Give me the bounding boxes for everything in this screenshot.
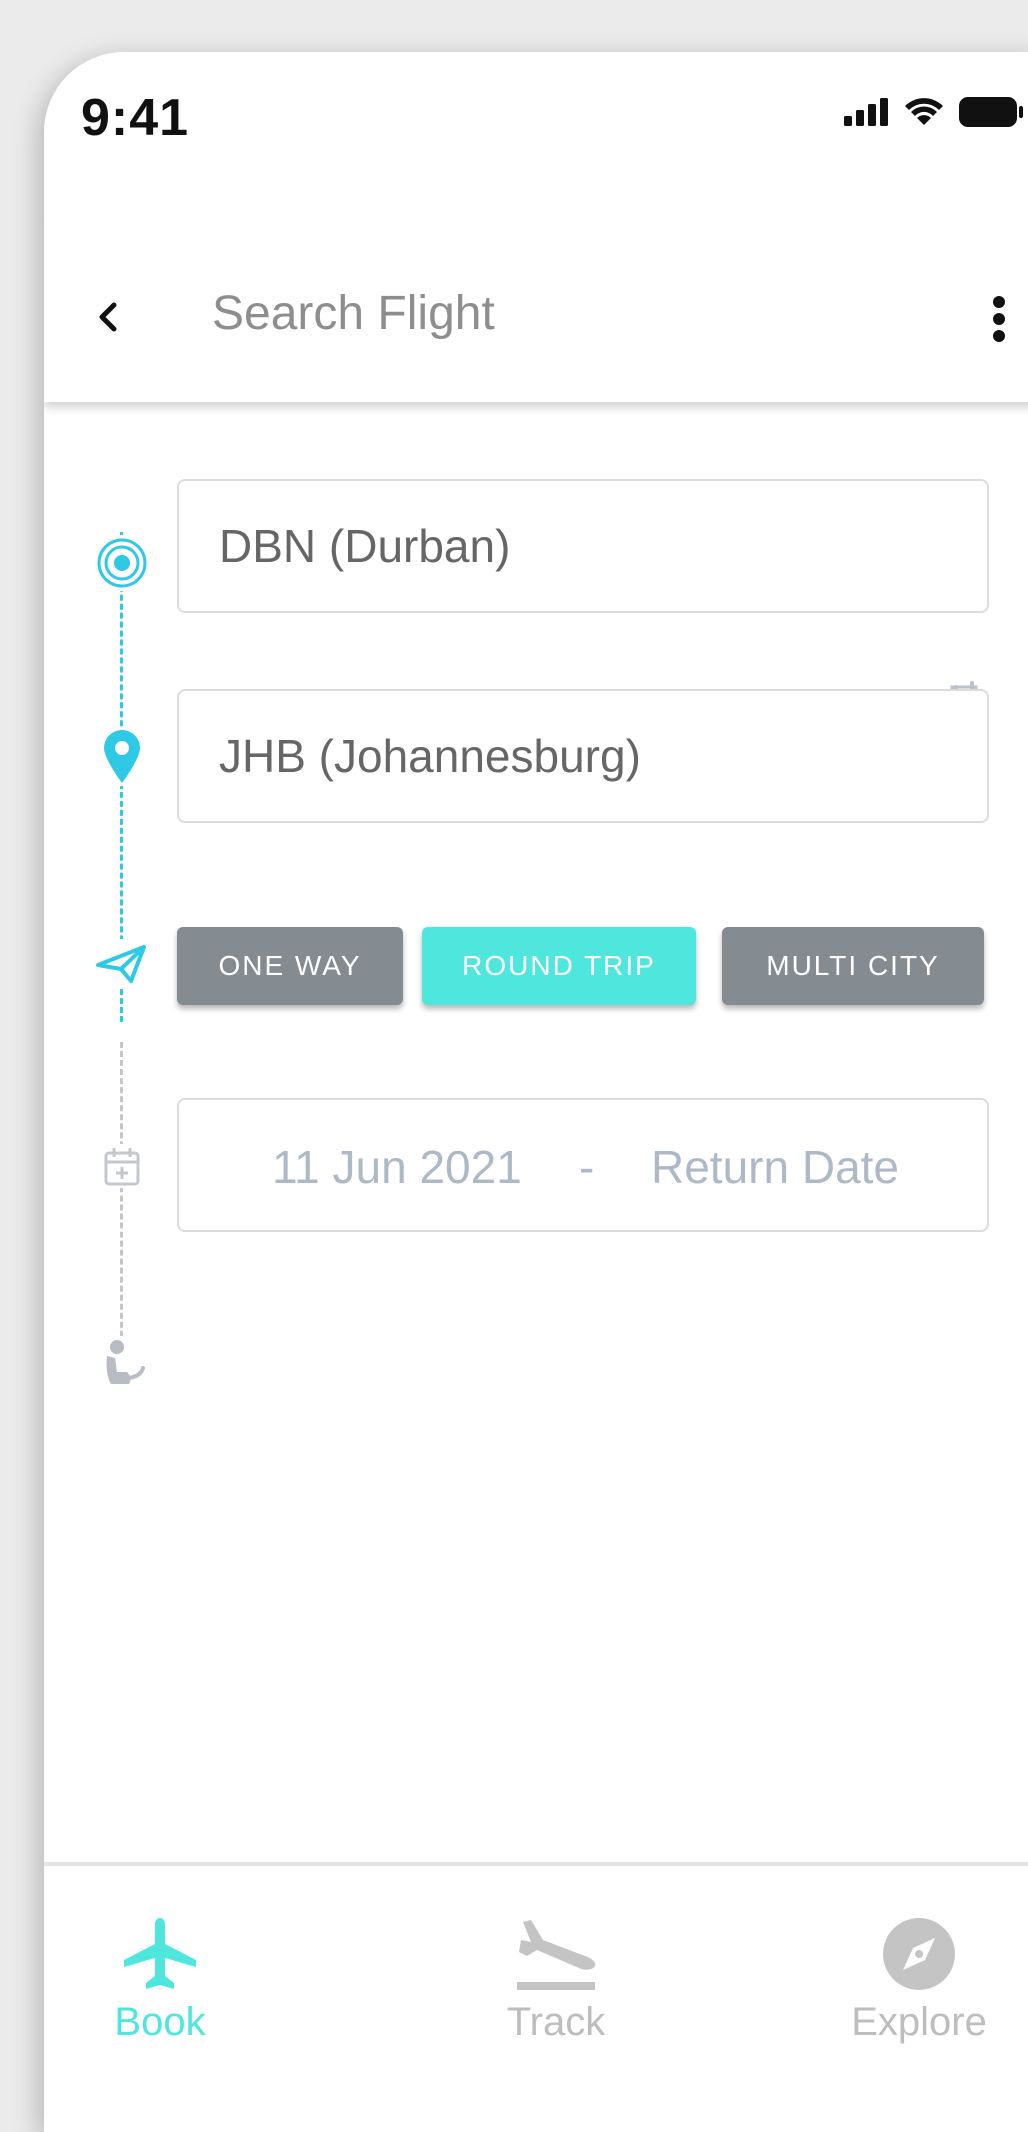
- flight-departure-icon: [517, 1920, 596, 1990]
- battery-icon: [959, 97, 1023, 127]
- airplane-icon: [124, 1918, 196, 1989]
- wifi-icon: [905, 98, 943, 125]
- origin-field[interactable]: DBN (Durban): [177, 479, 989, 613]
- depart-date[interactable]: 11 Jun 2021: [272, 1140, 522, 1194]
- back-button[interactable]: [84, 292, 134, 342]
- timeline-line-inactive: [120, 1042, 123, 1382]
- more-options-button[interactable]: [989, 294, 1009, 344]
- bottom-nav: Book Track Explore: [44, 1862, 1028, 2126]
- signal-icon: [844, 98, 888, 126]
- multi-city-button[interactable]: MULTI CITY: [722, 927, 984, 1005]
- one-way-button[interactable]: ONE WAY: [177, 927, 403, 1005]
- calendar-add-icon: [102, 1144, 142, 1188]
- nav-track-label: Track: [506, 2000, 606, 2044]
- paper-plane-icon: [94, 939, 148, 989]
- status-time: 9:41: [81, 89, 190, 147]
- passenger-icon: [98, 1336, 148, 1392]
- return-date-placeholder[interactable]: Return Date: [651, 1140, 899, 1194]
- nav-book-label: Book: [114, 2000, 206, 2044]
- page-title: Search Flight: [212, 287, 495, 340]
- nav-explore-label: Explore: [851, 2000, 987, 2044]
- nav-book[interactable]: Book: [60, 1916, 260, 2045]
- nav-explore[interactable]: Explore: [819, 1916, 1019, 2045]
- origin-target-icon: [94, 535, 150, 591]
- date-field[interactable]: 11 Jun 2021 - Return Date: [177, 1098, 989, 1232]
- compass-icon: [883, 1918, 955, 1990]
- phone-screen: 9:41 Search Flight DBN (Durban) JHB (Joh…: [44, 52, 1028, 2132]
- status-icons: [844, 96, 1024, 128]
- date-separator: -: [579, 1141, 595, 1193]
- more-vertical-icon: [993, 296, 1005, 342]
- destination-pin-icon: [100, 728, 144, 786]
- chevron-left-icon: [99, 302, 117, 332]
- round-trip-button[interactable]: ROUND TRIP: [422, 927, 696, 1005]
- destination-field[interactable]: JHB (Johannesburg): [177, 689, 989, 823]
- nav-track[interactable]: Track: [456, 1916, 656, 2045]
- app-bar: Search Flight: [44, 222, 1028, 402]
